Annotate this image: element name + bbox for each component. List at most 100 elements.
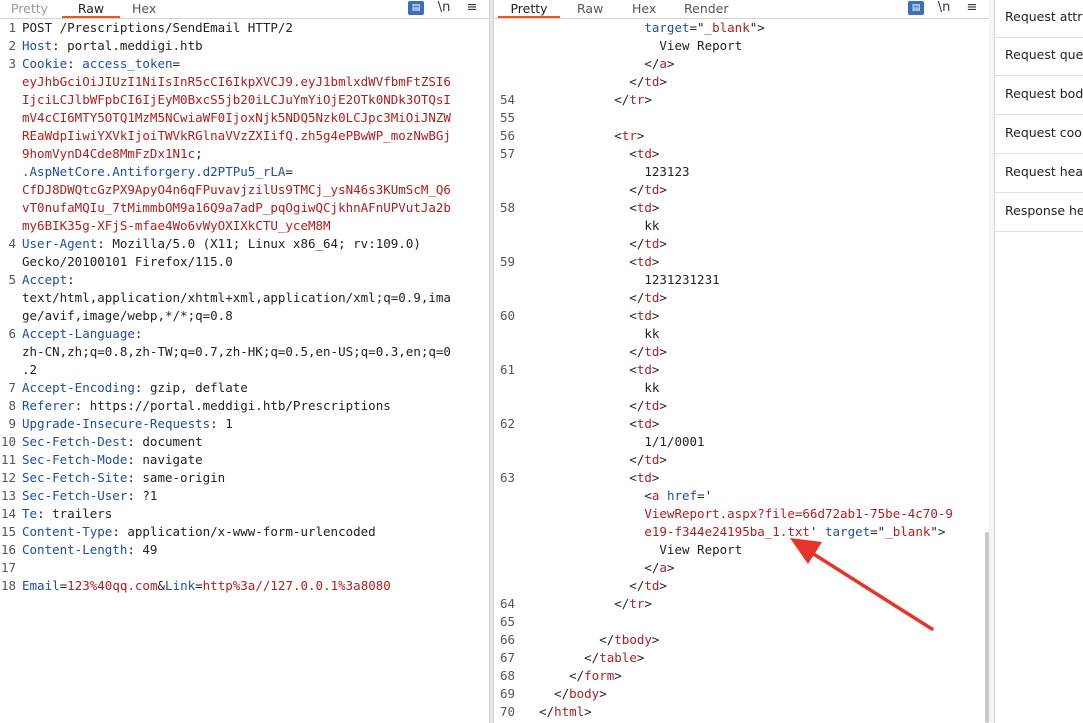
- token-value: CfDJ8DWQtcGzPX9ApyO4n6qFPuvavjzilUs9TMCj…: [22, 182, 451, 197]
- menu-icon[interactable]: ≡: [464, 0, 480, 17]
- token-key: Content-Length: [22, 542, 128, 557]
- token-text: : same-origin: [127, 470, 226, 485]
- line-text: </tr>: [539, 595, 652, 613]
- request-tab-raw[interactable]: Raw: [62, 0, 120, 18]
- token-value: ViewReport.aspx?file=66d72ab1-75be-4c70-…: [644, 506, 953, 521]
- token-text: =': [697, 488, 713, 503]
- token-value: td: [636, 416, 652, 431]
- token-text: :: [67, 272, 75, 287]
- token-text: <: [539, 488, 652, 503]
- line-text: </table>: [539, 649, 644, 667]
- token-text: </: [539, 560, 660, 575]
- line-text: Host: portal.meddigi.htb: [22, 37, 203, 55]
- newline-toggle-icon[interactable]: \n: [936, 0, 952, 17]
- token-value: td: [644, 578, 660, 593]
- line-text: </td>: [539, 289, 667, 307]
- token-text: >: [614, 668, 622, 683]
- newline-toggle-icon[interactable]: \n: [436, 0, 452, 17]
- token-text: 123123: [539, 164, 690, 179]
- line-text: target="_blank">: [539, 19, 764, 37]
- line-text: Cookie: access_token=: [22, 55, 180, 73]
- token-text: >: [659, 344, 667, 359]
- token-text: >: [636, 128, 645, 143]
- token-key: Email: [22, 578, 60, 593]
- request-editor[interactable]: 1 POST /Prescriptions/SendEmail HTTP/2 2 Ho…: [0, 19, 489, 723]
- line-text: <td>: [539, 253, 659, 271]
- token-text: </: [539, 74, 645, 89]
- response-pane: Pretty Raw Hex Render ▤ \n ≡ target="_bl…: [494, 0, 989, 723]
- request-tab-hex[interactable]: Hex: [132, 0, 156, 18]
- line-text: Gecko/20100101 Firefox/115.0: [22, 253, 233, 271]
- line-number: 66: [499, 632, 515, 647]
- inspector-item-request-query-parameters[interactable]: Request query parameters: [995, 38, 1083, 76]
- token-value: td: [636, 470, 652, 485]
- line-number: 8: [8, 398, 16, 413]
- line-text: CfDJ8DWQtcGzPX9ApyO4n6qFPuvavjzilUs9TMCj…: [22, 181, 451, 199]
- token-text: Gecko/20100101 Firefox/115.0: [22, 254, 233, 269]
- line-text: Te: trailers: [22, 505, 112, 523]
- token-text: : 49: [127, 542, 158, 557]
- inspector-item-request-attributes[interactable]: Request attributes: [995, 0, 1083, 38]
- response-tab-raw[interactable]: Raw: [577, 0, 603, 18]
- token-text: ">: [930, 524, 946, 539]
- token-text: >: [644, 92, 652, 107]
- line-number: 54: [499, 92, 515, 107]
- line-text: <tr>: [539, 127, 644, 145]
- request-tab-pretty[interactable]: Pretty: [11, 0, 48, 18]
- token-text: : Mozilla/5.0 (X11; Linux x86_64; rv:109…: [97, 236, 421, 251]
- token-text: </: [539, 344, 645, 359]
- line-number: 13: [0, 488, 16, 503]
- token-text: .2: [22, 362, 38, 377]
- inspector-item-request-body-parameters[interactable]: Request body parameters: [995, 77, 1083, 115]
- token-text: >: [651, 308, 660, 323]
- token-key: Upgrade-Insecure-Requests: [22, 416, 211, 431]
- line-number: 58: [499, 200, 515, 215]
- line-number: 64: [499, 596, 515, 611]
- token-value: REaWdpIiwiYXVkIjoiTWVkRGlnaVVzZXIifQ.zh5…: [22, 128, 451, 143]
- inspector-item-request-cookies[interactable]: Request cookies: [995, 116, 1083, 154]
- line-text: kk: [539, 325, 659, 343]
- line-text: kk: [539, 379, 659, 397]
- token-text: : gzip, deflate: [134, 380, 248, 395]
- token-text: &: [157, 578, 166, 593]
- line-number: 6: [8, 326, 16, 341]
- token-text: :: [134, 326, 143, 341]
- token-text: <: [539, 470, 637, 485]
- line-number: 68: [499, 668, 515, 683]
- token-value: 123%40qq.com: [67, 578, 158, 593]
- token-value: e19-f344e24195ba_1.txt: [644, 524, 810, 539]
- token-text: kk: [539, 218, 660, 233]
- response-viewer[interactable]: target="_blank"> View Report </a> </td> 5…: [494, 19, 989, 723]
- token-text: : 1: [210, 416, 233, 431]
- response-tab-hex[interactable]: Hex: [632, 0, 656, 18]
- token-value: a: [659, 56, 667, 71]
- token-value: td: [636, 308, 652, 323]
- token-text: <: [539, 200, 637, 215]
- line-text: </td>: [539, 451, 667, 469]
- token-value: my6BIK35g-XFjS-mfae4Wo6vWyOXIXkCTU_yceM8…: [22, 218, 331, 233]
- line-text: .2: [22, 361, 37, 379]
- token-key: Cookie: [22, 56, 68, 71]
- token-value: html: [554, 704, 585, 719]
- line-text: Referer: https://portal.meddigi.htb/Pres…: [22, 397, 391, 415]
- token-text: : ?1: [127, 488, 158, 503]
- line-number: 16: [0, 542, 16, 557]
- token-text: </: [539, 632, 615, 647]
- actions-icon[interactable]: ▤: [408, 1, 424, 15]
- menu-icon[interactable]: ≡: [964, 0, 980, 17]
- line-number: 14: [0, 506, 16, 521]
- inspector-item-response-headers[interactable]: Response headers: [995, 194, 1083, 232]
- line-number: 62: [499, 416, 515, 431]
- line-text: 9homVynD4Cde8MmFzDx1N1c;: [22, 145, 203, 163]
- token-text: >: [659, 182, 667, 197]
- token-value: form: [584, 668, 615, 683]
- actions-icon[interactable]: ▤: [908, 1, 924, 15]
- response-tab-pretty[interactable]: Pretty: [498, 0, 560, 18]
- token-key: Referer: [22, 398, 75, 413]
- line-text: Sec-Fetch-Mode: navigate: [22, 451, 203, 469]
- token-value: td: [644, 236, 660, 251]
- response-tab-render[interactable]: Render: [684, 0, 729, 18]
- inspector-item-request-headers[interactable]: Request headers: [995, 155, 1083, 193]
- token-text: <: [539, 308, 637, 323]
